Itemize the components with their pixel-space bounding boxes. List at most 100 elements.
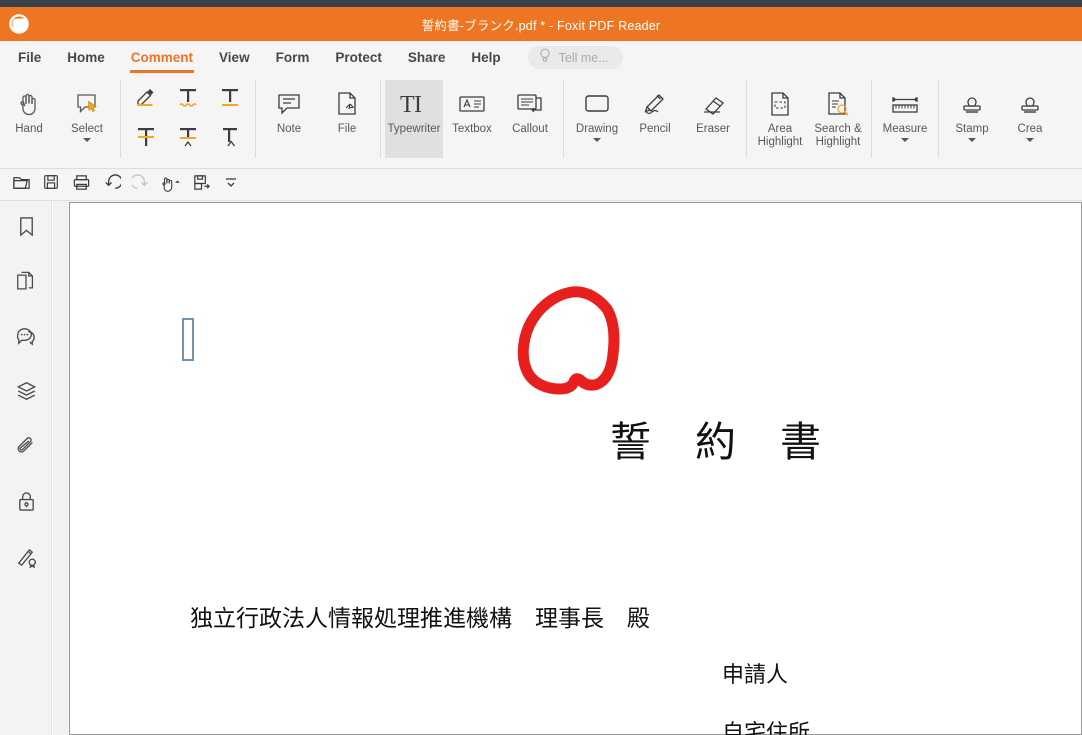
customize-toolbar-button[interactable] [218, 173, 244, 197]
typewriter-icon: T I [397, 87, 431, 121]
rectangle-icon [581, 87, 613, 121]
area-highlight-button[interactable]: Area Highlight [751, 80, 809, 158]
replace-text-button[interactable] [167, 119, 209, 159]
sidebar-item-bookmarks[interactable] [0, 201, 52, 256]
stamp-icon [957, 87, 987, 121]
touch-hand-icon [159, 173, 183, 197]
ribbon-separator [938, 80, 939, 158]
navigation-sidebar [0, 201, 52, 735]
chevron-down-icon[interactable] [83, 138, 91, 142]
menu-item-comment[interactable]: Comment [129, 50, 195, 73]
menu-item-view[interactable]: View [219, 50, 250, 66]
svg-text:I: I [414, 92, 422, 118]
chevron-down-icon[interactable] [1026, 138, 1034, 142]
stamp-label: Stamp [955, 123, 989, 135]
pencil-label: Pencil [639, 123, 671, 135]
print-icon [72, 173, 91, 197]
sidebar-item-digital-signatures[interactable] [0, 531, 52, 586]
measure-button[interactable]: Measure [876, 80, 934, 158]
drawing-label: Drawing [575, 123, 619, 135]
document-title: 誓約書 [610, 419, 865, 465]
ribbon-group-text-markup [125, 74, 251, 168]
layers-icon [15, 380, 38, 407]
save-button[interactable] [38, 173, 64, 197]
squiggly-underline-button[interactable] [167, 79, 209, 119]
ribbon-group-notes: Note File [260, 74, 376, 168]
foxit-pdf-reader-window: 誓約書-ブランク.pdf * - Foxit PDF Reader File H… [0, 0, 1082, 735]
textbox-icon [456, 87, 488, 121]
save-as-button[interactable] [188, 173, 214, 197]
sidebar-item-attachments[interactable] [0, 421, 52, 476]
drawing-button[interactable]: Drawing [568, 80, 626, 158]
underline-text-button[interactable] [209, 79, 251, 119]
file-attach-icon [332, 87, 362, 121]
chevron-down-icon[interactable] [968, 138, 976, 142]
sidebar-item-page-thumbnails[interactable] [0, 256, 52, 311]
sidebar-item-layers[interactable] [0, 366, 52, 421]
highlighter-icon [133, 84, 159, 115]
menu-item-protect[interactable]: Protect [335, 50, 382, 66]
squiggly-underline-icon [175, 84, 201, 115]
ribbon-separator [746, 80, 747, 158]
print-button[interactable] [68, 173, 94, 197]
area-highlight-label: Area Highlight [757, 123, 803, 148]
save-icon [42, 173, 60, 196]
tell-me-placeholder: Tell me... [558, 50, 609, 65]
chevron-down-icon[interactable] [901, 138, 909, 142]
menu-item-file[interactable]: File [18, 50, 41, 66]
underline-icon [217, 84, 243, 115]
note-icon [274, 87, 304, 121]
eraser-button[interactable]: Eraser [684, 80, 742, 158]
file-attach-button[interactable]: File [318, 80, 376, 158]
svg-text:T: T [400, 92, 415, 118]
select-tool-button[interactable]: Select [58, 80, 116, 158]
hand-tool-label: Hand [15, 123, 43, 135]
more-options-icon [223, 174, 239, 195]
area-highlight-icon [765, 87, 795, 121]
hand-tool-button[interactable]: Hand [0, 80, 58, 158]
callout-icon [514, 87, 546, 121]
highlight-text-button[interactable] [125, 79, 167, 119]
pdf-page[interactable]: 誓約書 独立行政法人情報処理推進機構 理事長 殿 申請人 自宅住所 [69, 202, 1082, 735]
ribbon-group-stamp: Stamp Crea [943, 74, 1059, 168]
typewriter-button[interactable]: T I Typewriter [385, 80, 443, 158]
ribbon-separator [255, 80, 256, 158]
menu-item-home[interactable]: Home [67, 50, 105, 66]
create-stamp-button[interactable]: Crea [1001, 80, 1059, 158]
ribbon-group-tools: Hand Select [0, 74, 116, 168]
document-applicant-label: 申請人 [722, 662, 789, 687]
typewriter-text-cursor[interactable] [182, 318, 194, 361]
redo-button[interactable] [128, 173, 154, 197]
open-file-button[interactable] [8, 173, 34, 197]
sidebar-item-security[interactable] [0, 476, 52, 531]
menu-item-help[interactable]: Help [471, 50, 500, 66]
insert-text-button[interactable] [209, 119, 251, 159]
chevron-down-icon[interactable] [593, 138, 601, 142]
strikeout-text-button[interactable] [125, 119, 167, 159]
signature-icon [15, 545, 38, 573]
document-viewport[interactable]: 誓約書 独立行政法人情報処理推進機構 理事長 殿 申請人 自宅住所 [53, 201, 1082, 735]
menu-item-share[interactable]: Share [408, 50, 446, 66]
comment-bubbles-icon [15, 325, 38, 353]
search-highlight-button[interactable]: Search & Highlight [809, 80, 867, 158]
redo-icon [129, 173, 151, 197]
ribbon-separator [871, 80, 872, 158]
sidebar-item-comments[interactable] [0, 311, 52, 366]
textbox-button[interactable]: Textbox [443, 80, 501, 158]
eraser-icon [697, 87, 729, 121]
pencil-button[interactable]: Pencil [626, 80, 684, 158]
stamp-button[interactable]: Stamp [943, 80, 1001, 158]
menu-item-form[interactable]: Form [276, 50, 310, 66]
search-highlight-label: Search & Highlight [814, 123, 862, 148]
undo-button[interactable] [98, 173, 124, 197]
note-button[interactable]: Note [260, 80, 318, 158]
select-comment-icon [72, 87, 102, 121]
select-tool-label: Select [71, 123, 103, 135]
callout-button[interactable]: Callout [501, 80, 559, 158]
tell-me-search[interactable]: Tell me... [527, 46, 623, 69]
ribbon-group-drawing: Drawing Pencil Eraser [568, 74, 742, 168]
touch-mode-button[interactable] [158, 173, 184, 197]
pencil-circle-annotation[interactable] [515, 283, 650, 413]
ribbon-separator [563, 80, 564, 158]
hand-icon [14, 87, 44, 121]
